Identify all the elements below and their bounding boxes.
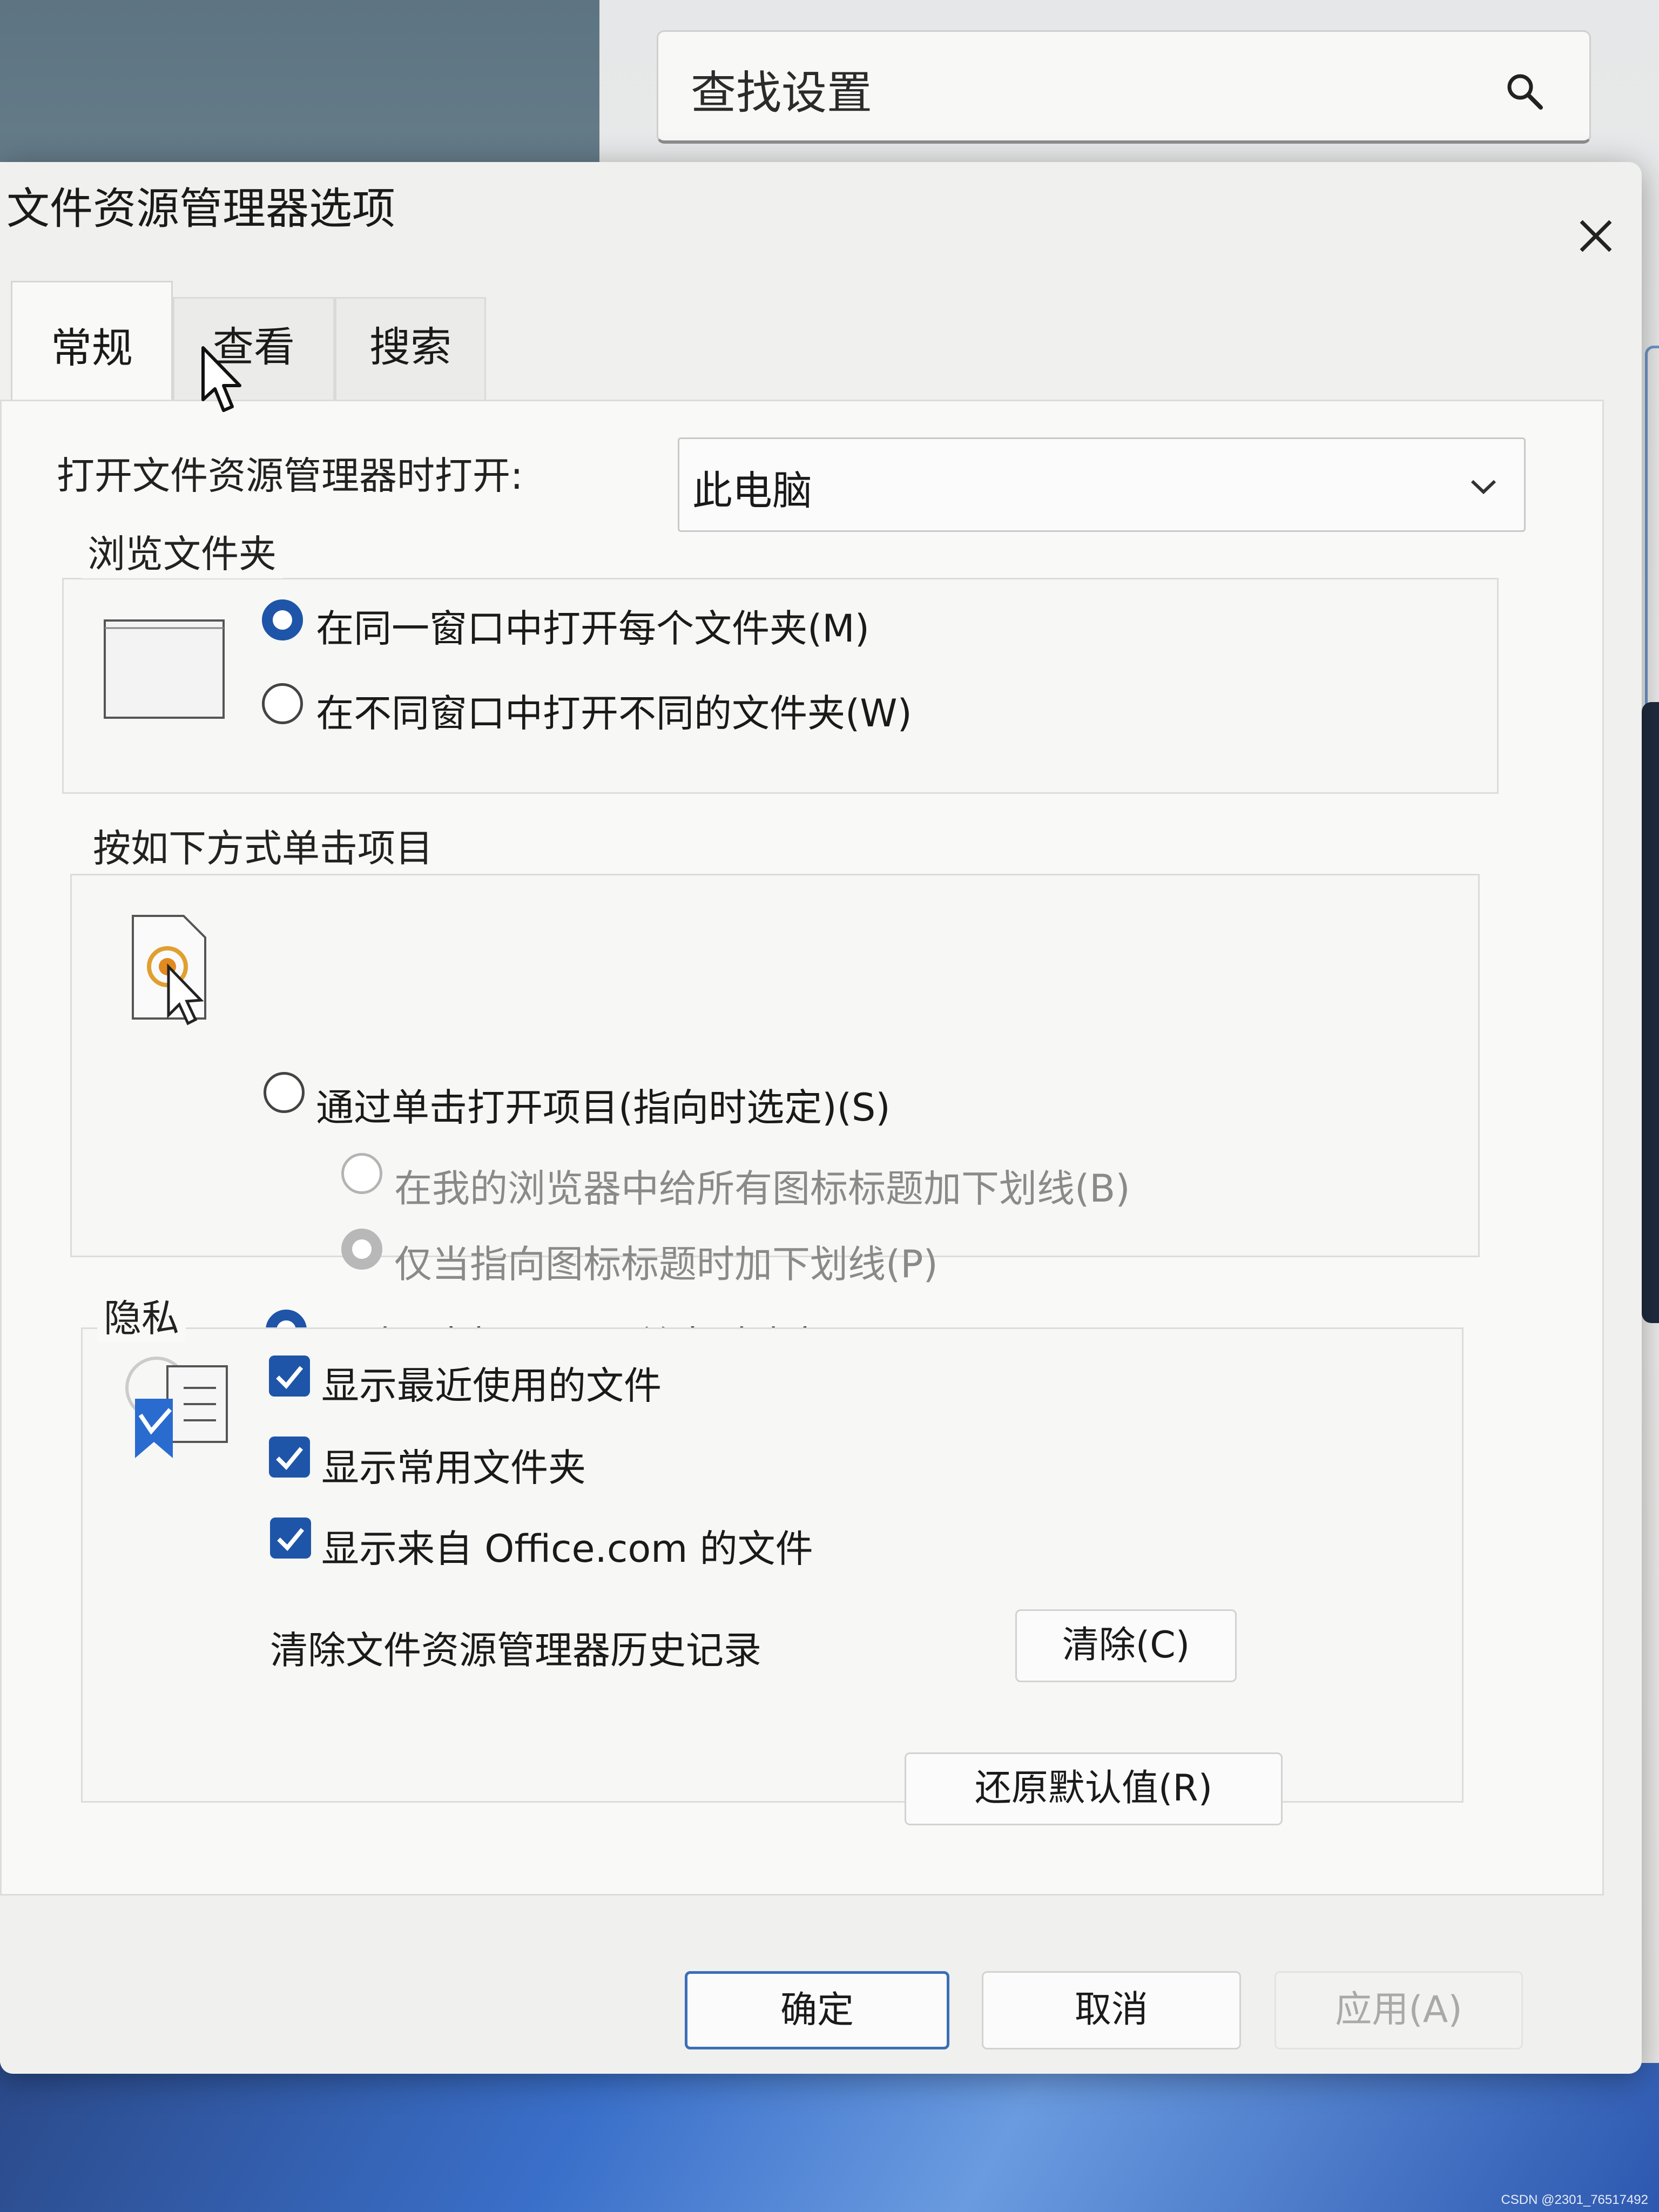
mouse-cursor-icon bbox=[201, 346, 241, 412]
recent-files-label: 显示最近使用的文件 bbox=[321, 1364, 662, 1408]
settings-scrollbar[interactable] bbox=[1642, 702, 1659, 1323]
tab-search-label: 搜索 bbox=[369, 323, 451, 371]
browse-folders-title: 浏览文件夹 bbox=[81, 524, 283, 578]
clear-button[interactable]: 清除(C) bbox=[1015, 1609, 1237, 1682]
settings-search-box[interactable]: 查找设置 bbox=[657, 30, 1591, 144]
underline-all-label: 在我的浏览器中给所有图标标题加下划线(B) bbox=[394, 1166, 1130, 1211]
office-files-label: 显示来自 Office.com 的文件 bbox=[321, 1527, 813, 1571]
privacy-title: 隐私 bbox=[97, 1288, 186, 1343]
checkbox-recent-files[interactable] bbox=[269, 1355, 310, 1397]
privacy-illustration-icon bbox=[125, 1357, 228, 1458]
checkbox-office-files[interactable] bbox=[270, 1518, 311, 1559]
dialog-title: 文件资源管理器选项 bbox=[6, 184, 395, 234]
close-icon[interactable] bbox=[1566, 206, 1626, 266]
frequent-folders-label: 显示常用文件夹 bbox=[321, 1446, 586, 1490]
single-click-label: 通过单击打开项目(指向时选定)(S) bbox=[316, 1085, 891, 1130]
click-items-title: 按如下方式单击项目 bbox=[86, 818, 440, 873]
radio-underline-hover[interactable] bbox=[341, 1229, 382, 1270]
checkbox-frequent-folders[interactable] bbox=[269, 1437, 310, 1478]
desktop-wallpaper bbox=[0, 2063, 1659, 2212]
underline-hover-label: 仅当指向图标标题时加下划线(P) bbox=[394, 1242, 938, 1286]
radio-single-click[interactable] bbox=[264, 1072, 305, 1113]
radio-different-window[interactable] bbox=[262, 683, 303, 724]
restore-defaults-button[interactable]: 还原默认值(R) bbox=[905, 1752, 1283, 1825]
search-icon[interactable] bbox=[1503, 70, 1546, 113]
different-window-label: 在不同窗口中打开不同的文件夹(W) bbox=[316, 691, 912, 736]
tab-general-label: 常规 bbox=[51, 324, 133, 372]
watermark: CSDN @2301_76517492 bbox=[1501, 2193, 1648, 2207]
ok-button[interactable]: 确定 bbox=[685, 1971, 949, 2049]
window-illustration-icon bbox=[104, 619, 225, 719]
radio-same-window[interactable] bbox=[262, 599, 303, 640]
open-in-dropdown[interactable]: 此电脑 bbox=[678, 437, 1526, 532]
settings-search-placeholder: 查找设置 bbox=[691, 66, 873, 119]
click-illustration-icon bbox=[132, 915, 206, 1026]
open-in-label: 打开文件资源管理器时打开: bbox=[57, 454, 523, 498]
radio-underline-all[interactable] bbox=[341, 1153, 382, 1194]
chevron-down-icon bbox=[1471, 480, 1496, 495]
tab-general[interactable]: 常规 bbox=[11, 281, 173, 405]
same-window-label: 在同一窗口中打开每个文件夹(M) bbox=[316, 606, 870, 651]
tab-view[interactable]: 查看 bbox=[173, 297, 335, 405]
clear-history-label: 清除文件资源管理器历史记录 bbox=[270, 1628, 761, 1673]
cancel-button[interactable]: 取消 bbox=[982, 1971, 1241, 2049]
tab-search[interactable]: 搜索 bbox=[335, 297, 486, 405]
open-in-value: 此电脑 bbox=[692, 468, 812, 514]
file-explorer-options-dialog: 文件资源管理器选项 常规 查看 搜索 打开文件资源管理器时打开: 此电脑 浏览文… bbox=[0, 162, 1642, 2074]
apply-button[interactable]: 应用(A) bbox=[1274, 1971, 1523, 2049]
